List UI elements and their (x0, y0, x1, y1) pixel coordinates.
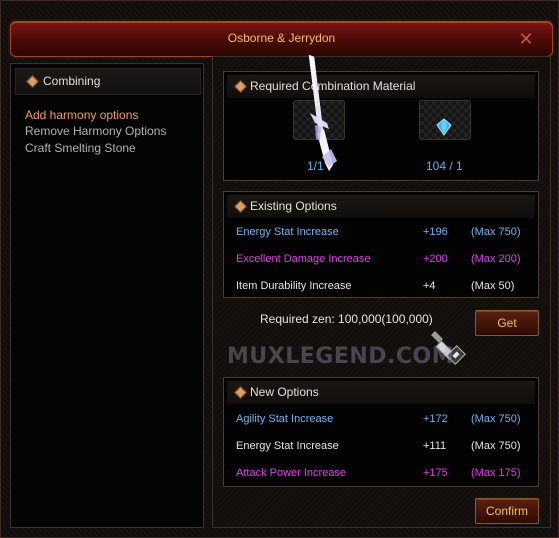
option-value: +196 (423, 226, 448, 238)
confirm-button[interactable]: Confirm (475, 498, 539, 524)
menu-remove-harmony-options[interactable]: Remove Harmony Options (25, 124, 166, 138)
watermark-text: MUXLEGEND.COM (227, 344, 455, 369)
menu-craft-smelting-stone[interactable]: Craft Smelting Stone (25, 141, 136, 155)
option-max: (Max 50) (471, 280, 515, 292)
existing-option-row: Excellent Damage Increase +200 (Max 200) (236, 253, 526, 269)
option-value: +200 (423, 253, 448, 265)
harmony-window: Osborne & Jerrydon ✕ Combining Add harmo… (0, 0, 559, 538)
option-value: +175 (423, 467, 448, 479)
existing-options-title: Existing Options (250, 199, 337, 213)
required-zen-label: Required zen: 100,000(100,000) (260, 312, 433, 326)
blue-gem-icon (436, 118, 452, 136)
diamond-bullet-icon (26, 75, 39, 88)
menu-add-harmony-options[interactable]: Add harmony options (25, 108, 138, 122)
option-max: (Max 200) (471, 253, 521, 265)
combining-header: Combining (15, 68, 201, 95)
option-value: +172 (423, 413, 448, 425)
option-max: (Max 175) (471, 467, 521, 479)
get-button[interactable]: Get (475, 310, 539, 336)
option-name: Energy Stat Increase (236, 226, 339, 238)
option-value: +4 (423, 280, 436, 292)
new-option-row: Agility Stat Increase +172 (Max 750) (236, 413, 526, 429)
required-material-header: Required Combination Material (227, 75, 535, 98)
required-material-box: Required Combination Material 1/1 104 / … (223, 71, 539, 181)
gem-count: 104 / 1 (426, 159, 463, 173)
title-bar[interactable]: Osborne & Jerrydon ✕ (10, 21, 553, 57)
sword-icon (308, 54, 337, 171)
diamond-bullet-icon (234, 80, 247, 93)
new-option-row: Energy Stat Increase +111 (Max 750) (236, 440, 526, 456)
combining-title: Combining (43, 74, 101, 88)
option-name: Attack Power Increase (236, 467, 347, 479)
option-max: (Max 750) (471, 440, 521, 452)
left-panel: Combining Add harmony options Remove Har… (10, 63, 204, 528)
existing-option-row: Item Durability Increase +4 (Max 50) (236, 280, 526, 296)
new-option-row: Attack Power Increase +175 (Max 175) (236, 467, 526, 483)
option-name: Item Durability Increase (236, 280, 352, 292)
option-name: Agility Stat Increase (236, 413, 334, 425)
option-value: +111 (423, 440, 447, 452)
window-title: Osborne & Jerrydon (227, 31, 336, 45)
existing-option-row: Energy Stat Increase +196 (Max 750) (236, 226, 526, 242)
option-max: (Max 750) (471, 226, 521, 238)
option-name: Energy Stat Increase (236, 440, 339, 452)
option-name: Excellent Damage Increase (236, 253, 371, 265)
new-options-header: New Options (227, 381, 535, 404)
diamond-bullet-icon (234, 386, 247, 399)
new-options-box: New Options Agility Stat Increase +172 (… (223, 377, 539, 487)
existing-options-box: Existing Options Energy Stat Increase +1… (223, 191, 539, 298)
existing-options-header: Existing Options (227, 195, 535, 218)
option-max: (Max 750) (471, 413, 521, 425)
new-options-title: New Options (250, 385, 319, 399)
diamond-bullet-icon (234, 200, 247, 213)
close-icon[interactable]: ✕ (517, 30, 535, 48)
